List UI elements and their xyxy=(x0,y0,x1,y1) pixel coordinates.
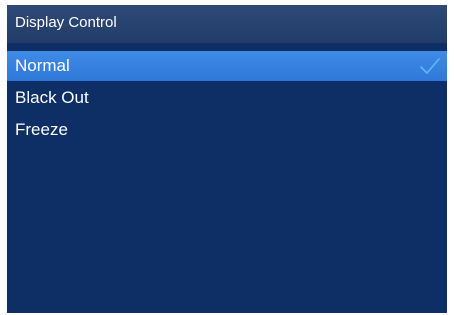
title-bar: Display Control xyxy=(7,5,447,43)
menu-item-normal[interactable]: Normal xyxy=(7,51,447,81)
display-mode-menu: Normal Black Out Freeze xyxy=(7,51,447,147)
menu-item-label: Black Out xyxy=(15,88,89,107)
menu-item-black-out[interactable]: Black Out xyxy=(7,83,447,113)
checkmark-icon xyxy=(420,58,440,74)
page-title: Display Control xyxy=(15,14,117,31)
menu-item-label: Freeze xyxy=(15,120,68,139)
display-control-screen: Display Control Normal Black Out Freeze xyxy=(7,5,447,313)
menu-item-label: Normal xyxy=(15,56,70,75)
menu-item-freeze[interactable]: Freeze xyxy=(7,115,447,145)
